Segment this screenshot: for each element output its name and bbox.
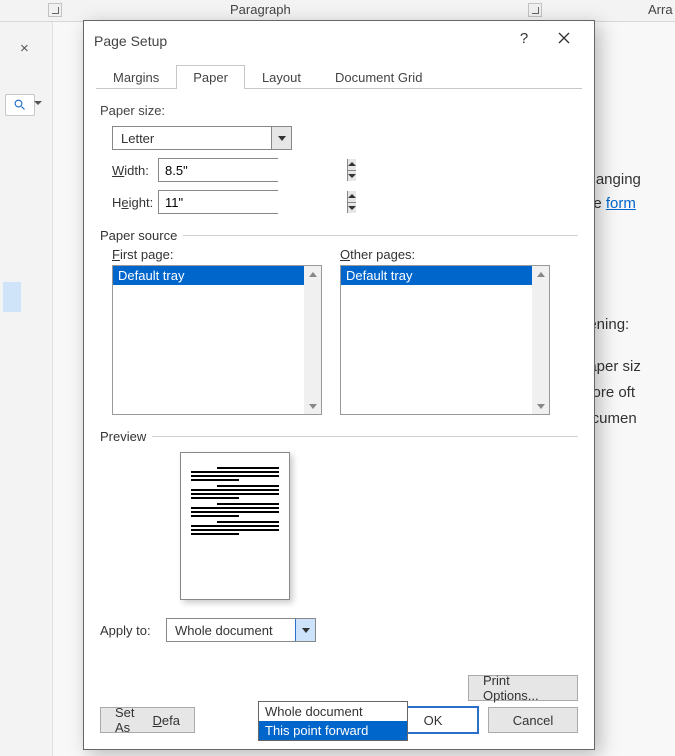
spin-up-icon[interactable]: [348, 159, 356, 171]
preview-group-label: Preview: [100, 429, 146, 444]
chevron-down-icon[interactable]: [271, 127, 291, 149]
dropdown-option-whole-document[interactable]: Whole document: [259, 702, 407, 721]
dialog-launcher-icon[interactable]: [528, 3, 542, 17]
paper-source-group-label: Paper source: [100, 228, 177, 243]
apply-to-select[interactable]: Whole document: [166, 618, 316, 642]
width-stepper[interactable]: [158, 158, 278, 182]
help-button[interactable]: ?: [504, 23, 544, 53]
doc-link[interactable]: form: [606, 195, 636, 212]
paper-size-group-label: Paper size:: [100, 103, 578, 118]
print-options-button[interactable]: Print Options...: [468, 675, 578, 701]
ribbon-group-paragraph: Paragraph: [230, 2, 291, 17]
spin-down-icon[interactable]: [348, 203, 356, 214]
height-field[interactable]: [159, 191, 347, 213]
page-setup-dialog: Page Setup ? Margins Paper Layout Docume…: [83, 20, 595, 750]
spin-down-icon[interactable]: [348, 171, 356, 182]
scrollbar[interactable]: [532, 266, 549, 414]
spin-up-icon[interactable]: [348, 191, 356, 203]
close-icon[interactable]: ×: [20, 40, 29, 57]
other-pages-label: Other pages:: [340, 247, 550, 262]
scrollbar[interactable]: [304, 266, 321, 414]
tab-margins[interactable]: Margins: [96, 65, 176, 89]
scroll-down-icon[interactable]: [304, 398, 321, 414]
other-pages-listbox[interactable]: Default tray: [340, 265, 550, 415]
first-page-listbox[interactable]: Default tray: [112, 265, 322, 415]
search-icon: [14, 99, 26, 111]
navigation-pane: × t t: [0, 22, 53, 756]
width-label: Width:: [100, 163, 158, 178]
tab-paper[interactable]: Paper: [176, 65, 245, 89]
nav-selected-highlight: [3, 282, 21, 312]
preview-thumbnail: [180, 452, 290, 600]
chevron-down-icon[interactable]: [34, 101, 42, 105]
scroll-up-icon[interactable]: [532, 266, 549, 282]
ribbon-group-arrange: Arra: [648, 2, 673, 17]
paper-size-value: Letter: [121, 131, 154, 146]
set-as-default-button[interactable]: Set As Defa: [100, 707, 195, 733]
dialog-title: Page Setup: [94, 27, 504, 49]
height-stepper[interactable]: [158, 190, 278, 214]
list-item[interactable]: Default tray: [113, 266, 321, 285]
apply-to-label: Apply to:: [100, 623, 166, 638]
height-label: Height:: [100, 195, 158, 210]
tab-strip: Margins Paper Layout Document Grid: [96, 61, 582, 89]
cancel-button[interactable]: Cancel: [488, 707, 578, 733]
scroll-down-icon[interactable]: [532, 398, 549, 414]
dropdown-option-this-point-forward[interactable]: This point forward: [259, 721, 407, 740]
dialog-titlebar: Page Setup ?: [84, 21, 594, 55]
paper-size-select[interactable]: Letter: [112, 126, 292, 150]
dialog-launcher-icon[interactable]: [48, 3, 62, 17]
tab-document-grid[interactable]: Document Grid: [318, 65, 439, 89]
ribbon-strip: Paragraph Arra: [0, 0, 675, 22]
close-icon: [558, 32, 570, 44]
close-button[interactable]: [544, 23, 584, 53]
apply-to-dropdown[interactable]: Whole document This point forward: [258, 701, 408, 741]
chevron-down-icon[interactable]: [295, 619, 315, 641]
apply-to-value: Whole document: [175, 623, 273, 638]
list-item[interactable]: Default tray: [341, 266, 549, 285]
first-page-label: First page:: [112, 247, 322, 262]
tab-layout[interactable]: Layout: [245, 65, 318, 89]
scroll-up-icon[interactable]: [304, 266, 321, 282]
search-input[interactable]: [5, 94, 35, 116]
width-field[interactable]: [159, 159, 347, 181]
